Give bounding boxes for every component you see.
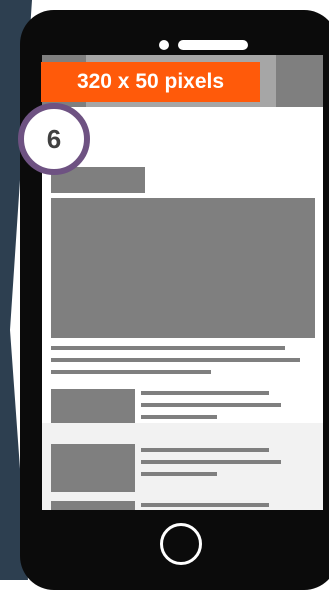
text-line (141, 460, 281, 464)
text-line (141, 391, 269, 395)
article-thumbnail (51, 444, 135, 492)
speaker-icon (178, 40, 248, 50)
text-line (141, 415, 217, 419)
home-button[interactable] (160, 523, 202, 565)
text-line (51, 346, 285, 350)
front-camera-icon (159, 40, 169, 50)
text-line (51, 358, 300, 362)
text-line (141, 448, 269, 452)
step-number-badge: 6 (18, 103, 90, 175)
text-line (51, 370, 211, 374)
hero-image-placeholder (51, 198, 315, 338)
text-line (141, 403, 281, 407)
text-line (141, 503, 269, 507)
text-line (141, 472, 217, 476)
article-thumbnail (51, 501, 135, 510)
ad-size-label: 320 x 50 pixels (41, 62, 260, 102)
